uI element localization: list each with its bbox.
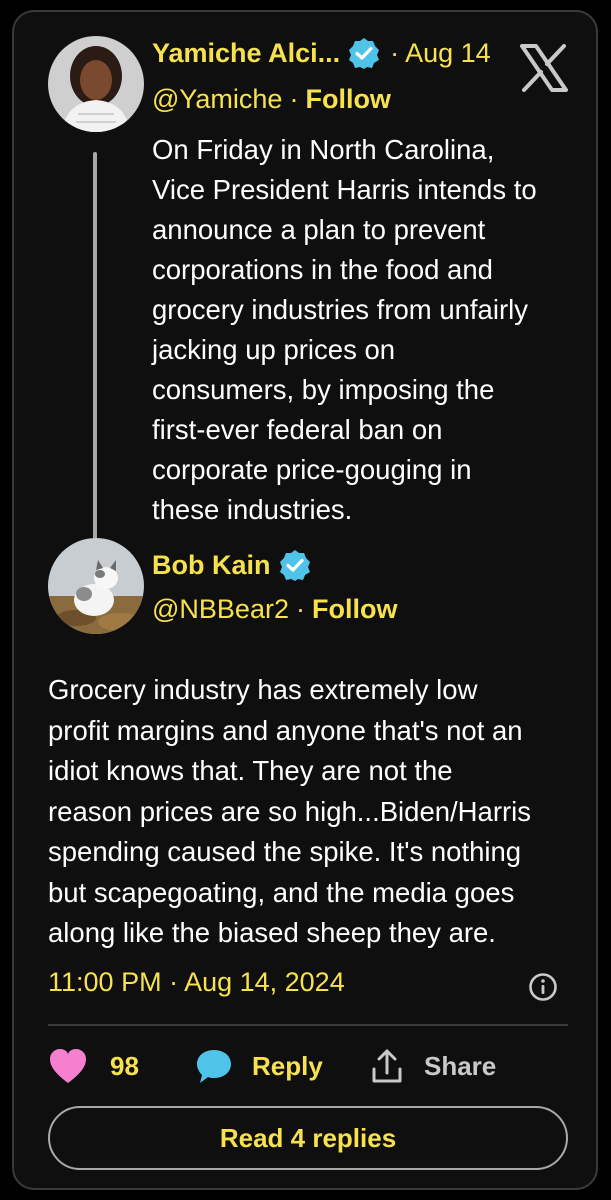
info-icon[interactable] (528, 972, 558, 1002)
read-replies-button[interactable]: Read 4 replies (48, 1106, 568, 1170)
share-button[interactable]: Share (370, 1044, 496, 1088)
action-bar: 98 Reply Share (48, 1044, 568, 1088)
reply-tweet-text: Grocery industry has extremely low profi… (48, 674, 532, 948)
reply-author-row: Bob Kain (152, 548, 311, 582)
reply-bubble-icon (194, 1047, 234, 1085)
separator-dot: · (289, 84, 299, 114)
reply-handle-row: @NBBear2 · Follow (152, 592, 397, 626)
reply-label: Reply (252, 1050, 323, 1081)
avatar[interactable] (48, 36, 144, 132)
x-logo-icon[interactable] (518, 42, 570, 94)
separator-dot: · (390, 38, 400, 68)
embedded-tweet-card: Yamiche Alci... · Aug 14 @Yamiche · Foll… (12, 10, 598, 1190)
reply-button[interactable]: Reply (194, 1044, 323, 1088)
author-name[interactable]: Yamiche Alci... (152, 36, 340, 70)
thread-connector (93, 152, 97, 540)
like-count: 98 (110, 1050, 139, 1081)
author-name[interactable]: Bob Kain (152, 548, 271, 582)
original-handle-row: @Yamiche · Follow (152, 82, 391, 116)
divider (48, 1024, 568, 1026)
heart-icon (48, 1047, 88, 1085)
share-icon (370, 1047, 404, 1085)
like-button[interactable]: 98 (48, 1044, 139, 1088)
avatar[interactable] (48, 538, 144, 634)
verified-badge-icon (279, 549, 311, 581)
original-author-row: Yamiche Alci... · Aug 14 (152, 36, 491, 70)
verified-badge-icon (348, 37, 380, 69)
follow-button[interactable]: Follow (305, 82, 390, 116)
original-tweet-text: On Friday in North Carolina, Vice Presid… (152, 134, 537, 525)
tweet-timestamp[interactable]: 11:00 PM · Aug 14, 2024 (48, 967, 345, 998)
author-handle[interactable]: @Yamiche (152, 82, 282, 116)
share-label: Share (424, 1050, 497, 1081)
author-handle[interactable]: @NBBear2 (152, 592, 289, 626)
post-date[interactable]: Aug 14 (405, 36, 491, 70)
separator-dot: · (295, 594, 305, 624)
follow-button[interactable]: Follow (312, 592, 397, 626)
